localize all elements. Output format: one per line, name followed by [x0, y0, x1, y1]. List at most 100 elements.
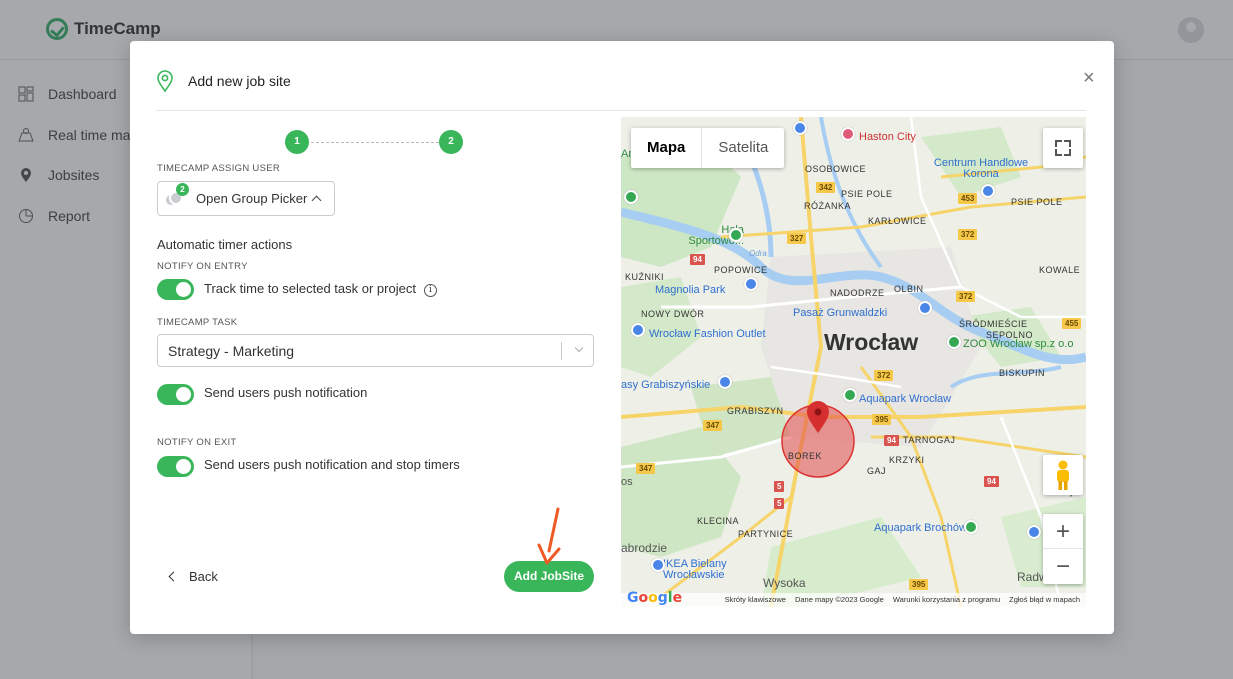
- push-stop-toggle[interactable]: [157, 456, 194, 477]
- poi-marker-icon[interactable]: [981, 184, 995, 198]
- road-shield: 94: [984, 476, 999, 487]
- road-shield: 342: [816, 182, 836, 193]
- close-button[interactable]: ×: [1083, 68, 1095, 88]
- road-shield: 5: [774, 481, 785, 492]
- automatic-actions-title: Automatic timer actions: [157, 237, 293, 252]
- district-label: PSIE POLE: [1011, 197, 1063, 207]
- back-label: Back: [189, 569, 218, 584]
- district-label: KUŹNIKI: [625, 272, 665, 282]
- poi-marker-icon[interactable]: [964, 520, 978, 534]
- group-picker-button[interactable]: 2 Open Group Picker: [157, 181, 335, 216]
- group-picker-label: Open Group Picker: [196, 191, 308, 206]
- info-icon[interactable]: i: [423, 284, 437, 297]
- poi-marker-icon[interactable]: [1027, 525, 1041, 539]
- poi-centrum-korona[interactable]: Centrum Handlowe Korona: [926, 158, 1036, 180]
- poi-marker-icon[interactable]: [729, 228, 743, 242]
- road-shield: 94: [884, 435, 899, 446]
- group-avatar-icon: 2: [164, 182, 189, 210]
- notify-exit-label: NOTIFY ON EXIT: [157, 437, 237, 448]
- district-label: RÓŻANKA: [804, 201, 852, 211]
- poi-marker-icon[interactable]: [718, 375, 732, 389]
- annotation-arrow-icon: [537, 507, 561, 565]
- location-pin-icon: [157, 70, 173, 93]
- fullscreen-icon: [1055, 140, 1062, 147]
- poi-marker-icon[interactable]: [947, 335, 961, 349]
- road-shield: 372: [874, 370, 894, 381]
- step-connector: [311, 142, 439, 143]
- poi-marker-icon[interactable]: [651, 558, 665, 572]
- assign-user-label: TIMECAMP ASSIGN USER: [157, 163, 281, 174]
- poi-haston-city[interactable]: Haston City: [859, 131, 916, 143]
- poi-magnolia-park[interactable]: Magnolia Park: [655, 284, 725, 296]
- track-time-label: Track time to selected task or project: [204, 281, 416, 296]
- map-view[interactable]: Haston City Centrum Handlowe Korona Aren…: [621, 117, 1086, 607]
- push-notification-label: Send users push notification: [204, 385, 368, 400]
- road-shield: 327: [787, 233, 807, 244]
- poi-marker-icon[interactable]: [631, 323, 645, 337]
- place-label: abrodzie: [621, 541, 668, 555]
- fullscreen-button[interactable]: [1043, 128, 1083, 168]
- track-time-row: Track time to selected task or project i: [204, 281, 437, 297]
- poi-marker-icon[interactable]: [744, 277, 758, 291]
- map-tab-satelita[interactable]: Satelita: [701, 128, 784, 168]
- modal-title: Add new job site: [188, 73, 291, 89]
- poi-aquapark-brochow[interactable]: Aquapark Brochów: [874, 522, 967, 534]
- district-label: OLBIN: [894, 284, 924, 294]
- district-label: GAJ: [867, 466, 887, 476]
- district-label: ŚRÓDMIEŚCIE: [959, 319, 1028, 329]
- zoom-control: + −: [1043, 514, 1083, 584]
- river-label: Odra: [749, 249, 767, 258]
- poi-marker-icon[interactable]: [841, 127, 855, 141]
- notify-entry-label: NOTIFY ON ENTRY: [157, 261, 248, 272]
- zoom-out-button[interactable]: −: [1043, 549, 1083, 584]
- poi-marker-icon[interactable]: [918, 301, 932, 315]
- city-label: Wrocław: [824, 329, 919, 355]
- road-shield: 395: [872, 414, 892, 425]
- report-error-link[interactable]: Zgłoś błąd w mapach: [1009, 593, 1080, 607]
- district-label: NOWY DWÓR: [641, 309, 705, 319]
- road-shield: 347: [636, 463, 656, 474]
- road-shield: 395: [909, 579, 929, 590]
- district-label: PSIE POLE: [841, 189, 893, 199]
- task-label: TIMECAMP TASK: [157, 317, 238, 328]
- district-label: PARTYNICE: [738, 529, 794, 539]
- district-label: BISKUPIN: [999, 368, 1046, 378]
- road-shield: 94: [690, 254, 705, 265]
- poi-marker-icon[interactable]: [793, 121, 807, 135]
- keyboard-shortcuts-link[interactable]: Skróty klawiszowe: [725, 593, 786, 607]
- chevron-up-icon: [311, 195, 322, 206]
- map-attribution: Skróty klawiszowe Dane mapy ©2023 Google…: [621, 593, 1086, 607]
- track-time-toggle[interactable]: [157, 279, 194, 300]
- poi-aquapark-wroclaw[interactable]: Aquapark Wrocław: [859, 393, 951, 405]
- district-label: KARŁOWICE: [868, 216, 927, 226]
- poi-marker-icon[interactable]: [843, 388, 857, 402]
- poi-marker-icon[interactable]: [624, 190, 638, 204]
- poi-ikea-bielany[interactable]: IKEA Bielany Wrocławskie: [663, 559, 743, 581]
- google-logo[interactable]: Google: [627, 590, 682, 606]
- poi-fashion-outlet[interactable]: Wrocław Fashion Outlet: [649, 328, 766, 340]
- chevron-left-icon: [168, 571, 179, 582]
- district-label: KOWALE: [1039, 265, 1081, 275]
- terms-link[interactable]: Warunki korzystania z programu: [893, 593, 1000, 607]
- road-shield: 5: [774, 498, 785, 509]
- group-count-badge: 2: [176, 182, 189, 196]
- chevron-down-icon: [574, 343, 584, 353]
- step-1-indicator[interactable]: 1: [285, 130, 309, 154]
- back-button[interactable]: Back: [168, 569, 218, 584]
- push-notification-toggle[interactable]: [157, 384, 194, 405]
- task-select-value: Strategy - Marketing: [168, 343, 295, 359]
- step-2-indicator[interactable]: 2: [439, 130, 463, 154]
- task-select[interactable]: Strategy - Marketing: [157, 334, 594, 367]
- road-shield: 372: [956, 291, 976, 302]
- district-label: KRZYKI: [889, 455, 925, 465]
- poi-pasaz-grunwaldzki[interactable]: Pasaż Grunwaldzki: [793, 307, 887, 319]
- map-tab-mapa[interactable]: Mapa: [631, 128, 701, 168]
- poi-grabiszynskie[interactable]: asy Grabiszyńskie: [621, 379, 710, 391]
- district-label: OSOBOWICE: [805, 164, 867, 174]
- street-view-button[interactable]: [1043, 455, 1083, 495]
- zoom-in-button[interactable]: +: [1043, 514, 1083, 549]
- road-shield: 453: [958, 193, 978, 204]
- map-data-label: Dane mapy ©2023 Google: [794, 595, 884, 604]
- pegman-icon: [1057, 460, 1069, 490]
- road-shield: 372: [958, 229, 978, 240]
